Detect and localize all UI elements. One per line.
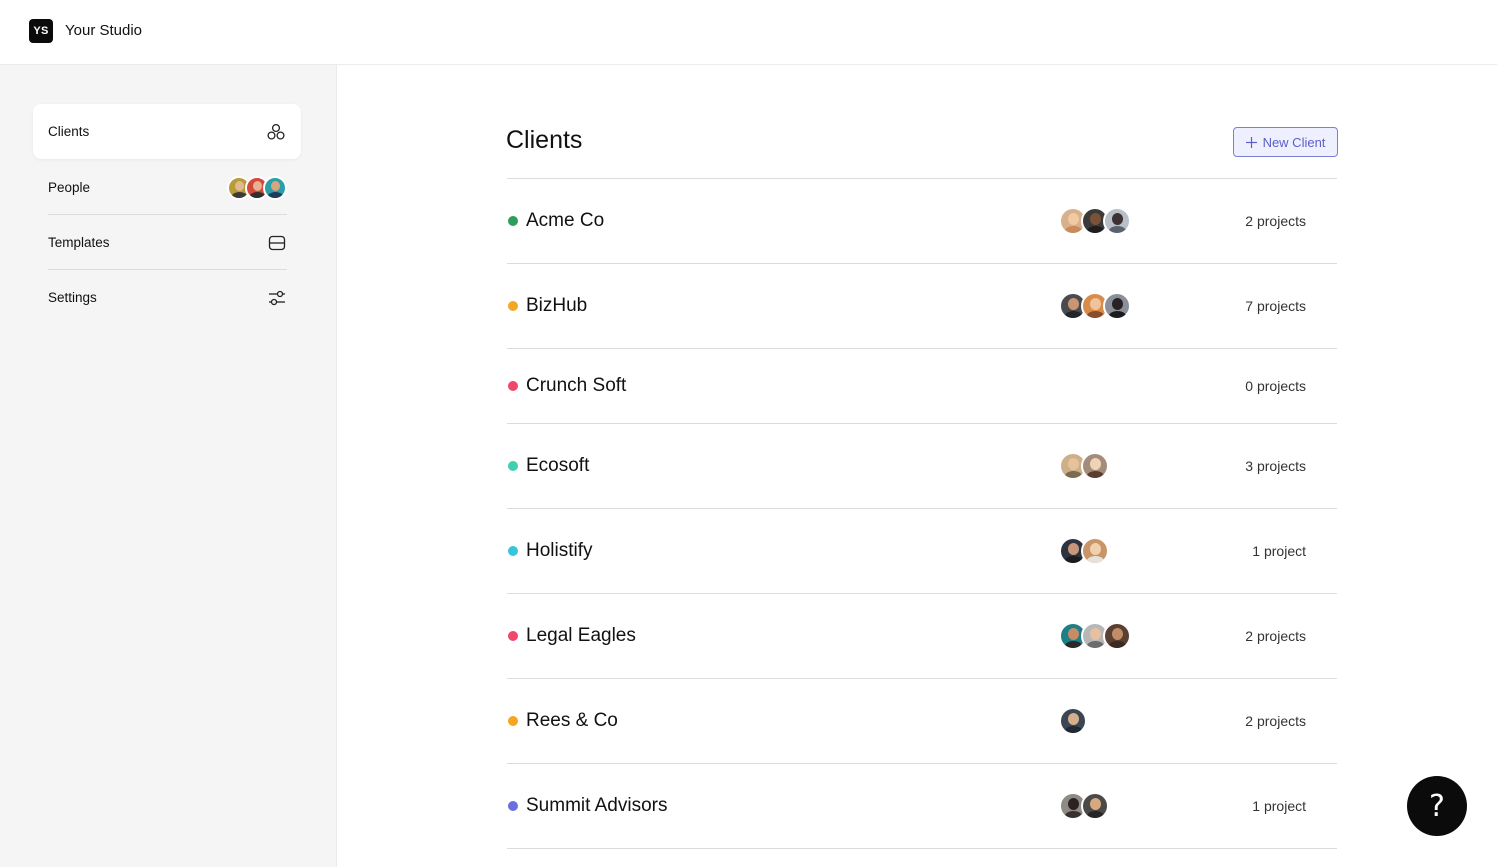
project-count: 0 projects: [1245, 378, 1306, 394]
templates-icon: [267, 233, 287, 253]
studio-name[interactable]: Your Studio: [65, 22, 142, 39]
status-dot: [508, 381, 518, 391]
new-client-button[interactable]: New Client: [1233, 127, 1338, 157]
client-row[interactable]: Acme Co 2 projects: [507, 179, 1337, 264]
page-title: Clients: [506, 126, 583, 154]
client-name: Ecosoft: [526, 455, 590, 476]
avatar: [1103, 292, 1131, 320]
client-row[interactable]: Legal Eagles 2 projects: [507, 594, 1337, 679]
avatar: [1103, 622, 1131, 650]
client-avatars: [1059, 537, 1109, 565]
client-name: BizHub: [526, 295, 588, 316]
sidebar: Clients People Templates Settings: [0, 65, 337, 867]
top-bar: YS Your Studio: [0, 0, 1497, 65]
client-name: Acme Co: [526, 210, 605, 231]
avatar: [1081, 452, 1109, 480]
client-row[interactable]: Summit Advisors 1 project: [507, 764, 1337, 849]
client-name: Rees & Co: [526, 710, 618, 731]
client-name: Crunch Soft: [526, 375, 627, 396]
client-name: Legal Eagles: [526, 625, 636, 646]
studio-logo[interactable]: YS: [29, 19, 53, 43]
client-avatars: [1059, 292, 1131, 320]
avatar: [1081, 537, 1109, 565]
avatar: [263, 175, 287, 200]
plus-icon: [1245, 136, 1257, 148]
sidebar-item-label: People: [48, 180, 91, 195]
sidebar-item-templates[interactable]: Templates: [48, 215, 287, 270]
client-name: Holistify: [526, 540, 593, 561]
people-avatar-stack: [227, 175, 287, 200]
avatar: [1059, 707, 1087, 735]
project-count: 1 project: [1252, 798, 1306, 814]
new-client-label: New Client: [1262, 134, 1326, 150]
project-count: 2 projects: [1245, 628, 1306, 644]
status-dot: [508, 546, 518, 556]
sidebar-item-label: Settings: [48, 290, 97, 305]
status-dot: [508, 716, 518, 726]
project-count: 7 projects: [1245, 298, 1306, 314]
status-dot: [508, 216, 518, 226]
client-row[interactable]: BizHub 7 projects: [507, 264, 1337, 349]
clients-icon: [266, 122, 286, 142]
status-dot: [508, 631, 518, 641]
client-avatars: [1059, 792, 1109, 820]
client-avatars: [1059, 707, 1087, 735]
client-avatars: [1059, 622, 1131, 650]
project-count: 2 projects: [1245, 213, 1306, 229]
client-row[interactable]: Crunch Soft 0 projects: [507, 349, 1337, 424]
avatar: [1103, 207, 1131, 235]
project-count: 3 projects: [1245, 458, 1306, 474]
status-dot: [508, 801, 518, 811]
sidebar-item-people[interactable]: People: [48, 160, 287, 215]
sidebar-item-settings[interactable]: Settings: [48, 270, 287, 325]
status-dot: [508, 461, 518, 471]
project-count: 1 project: [1252, 543, 1306, 559]
client-avatars: [1059, 207, 1131, 235]
sidebar-item-clients[interactable]: Clients: [33, 104, 301, 159]
client-row[interactable]: Holistify 1 project: [507, 509, 1337, 594]
help-button[interactable]: ?: [1407, 776, 1467, 836]
sidebar-item-label: Clients: [48, 124, 90, 139]
avatar: [1081, 792, 1109, 820]
clients-list: Acme Co 2 projects BizHub 7 projects Cru…: [507, 178, 1337, 849]
status-dot: [508, 301, 518, 311]
project-count: 2 projects: [1245, 713, 1306, 729]
client-row[interactable]: Rees & Co 2 projects: [507, 679, 1337, 764]
client-row[interactable]: Ecosoft 3 projects: [507, 424, 1337, 509]
client-avatars: [1059, 452, 1109, 480]
client-name: Summit Advisors: [526, 795, 668, 816]
settings-icon: [267, 288, 287, 308]
sidebar-item-label: Templates: [48, 235, 110, 250]
